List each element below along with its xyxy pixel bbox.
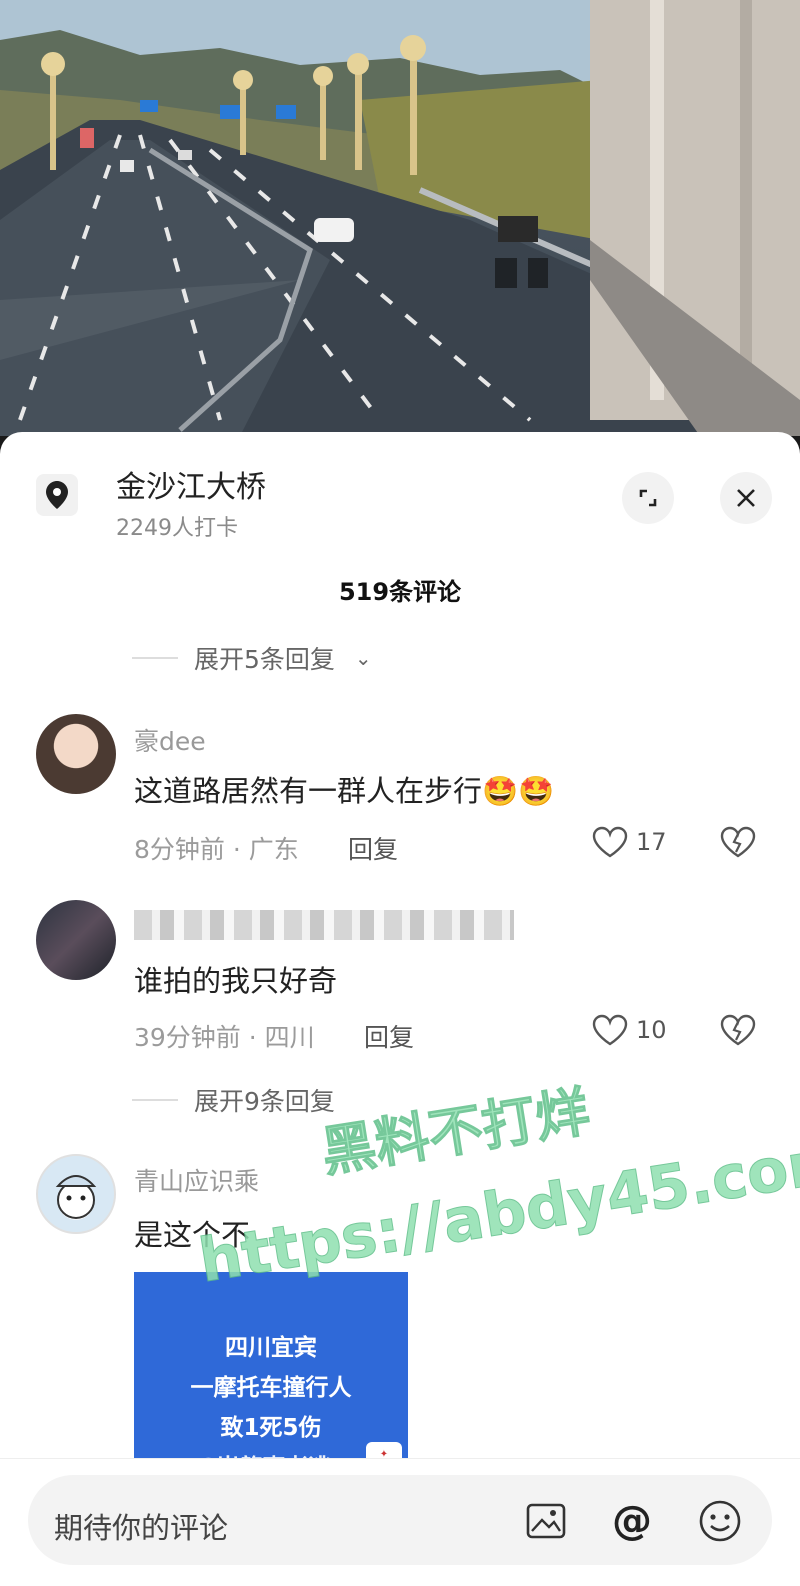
comment-input-placeholder: 期待你的评论 — [54, 1511, 229, 1545]
expand-button[interactable] — [622, 472, 674, 524]
expand-icon — [639, 489, 657, 507]
comment-username-blurred[interactable] — [134, 910, 514, 940]
comment-text-body: 这道路居然有一群人在步行 — [134, 774, 483, 808]
location-name[interactable]: 金沙江大桥 — [116, 462, 266, 506]
comment-username[interactable]: 青山应识乘 — [134, 1162, 259, 1198]
like-button[interactable]: 10 — [592, 1014, 667, 1046]
mention-button[interactable]: @ — [608, 1497, 656, 1545]
avatar[interactable] — [36, 1154, 116, 1234]
comment-input[interactable]: 期待你的评论 @ — [28, 1475, 772, 1565]
comment-input-bar: 期待你的评论 @ — [0, 1458, 800, 1586]
road-scene-image — [0, 0, 800, 436]
image-button[interactable] — [522, 1497, 570, 1545]
dislike-button[interactable] — [720, 826, 756, 862]
at-icon: @ — [612, 1498, 652, 1544]
comment-item: 豪dee 这道路居然有一群人在步行🤩🤩 8分钟前 · 广东 回复 17 — [0, 712, 800, 872]
expand-replies-label: 展开9条回复 — [194, 1087, 335, 1116]
card-line: 致1死5伤 — [220, 1415, 322, 1441]
smiley-icon — [699, 1500, 741, 1542]
avatar[interactable] — [36, 900, 116, 980]
comment-time-location: 39分钟前 · 四川 — [134, 1023, 315, 1052]
comment-text: 谁拍的我只好奇 — [134, 964, 338, 998]
reply-button[interactable]: 回复 — [364, 1018, 414, 1054]
location-checkins: 2249人打卡 — [116, 516, 238, 541]
heart-icon — [592, 826, 628, 858]
comment-text: 这道路居然有一群人在步行🤩🤩 — [134, 768, 554, 810]
chevron-down-icon: ⌄ — [354, 646, 372, 670]
expand-replies-button[interactable]: 展开9条回复 — [132, 1082, 335, 1118]
close-button[interactable] — [720, 472, 772, 524]
comment-username[interactable]: 豪dee — [134, 722, 206, 758]
location-pin-icon — [36, 474, 78, 516]
broken-heart-icon — [720, 1014, 756, 1046]
comment-time-location: 8分钟前 · 广东 — [134, 835, 299, 864]
avatar[interactable] — [36, 714, 116, 794]
like-count: 17 — [636, 828, 667, 856]
expand-replies-button[interactable]: 展开5条回复 ⌄ — [132, 640, 372, 676]
image-icon — [526, 1503, 566, 1539]
like-button[interactable]: 17 — [592, 826, 667, 858]
card-line: 一摩托车撞行人 — [190, 1375, 352, 1401]
close-icon — [737, 489, 755, 507]
emoji-button[interactable] — [696, 1497, 744, 1545]
broken-heart-icon — [720, 826, 756, 858]
heart-icon — [592, 1014, 628, 1046]
reply-button[interactable]: 回复 — [348, 830, 398, 866]
divider — [132, 1099, 178, 1101]
expand-replies-label: 展开5条回复 — [194, 645, 335, 674]
comment-item: 谁拍的我只好奇 39分钟前 · 四川 回复 10 — [0, 900, 800, 1060]
divider — [132, 657, 178, 659]
comment-count: 519条评论 — [338, 578, 462, 606]
video-player[interactable] — [0, 0, 800, 436]
dislike-button[interactable] — [720, 1014, 756, 1050]
video-card-thumbnail[interactable]: 四川宜宾 一摩托车撞行人 致1死5伤 18岁肇事者逃... ✦ — [134, 1272, 408, 1472]
comment-text: 是这个不 — [134, 1218, 251, 1252]
like-count: 10 — [636, 1016, 667, 1044]
card-line: 四川宜宾 — [225, 1335, 317, 1361]
emoji: 🤩🤩 — [482, 774, 555, 808]
